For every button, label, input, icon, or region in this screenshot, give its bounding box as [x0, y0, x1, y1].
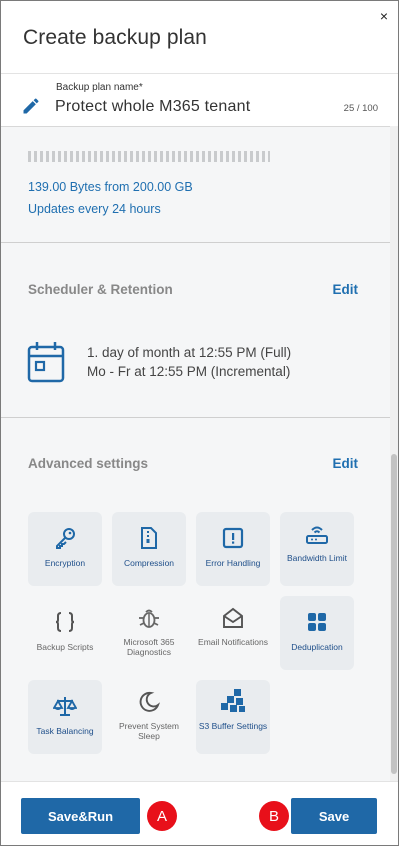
- scrollbar-thumb[interactable]: [391, 454, 397, 774]
- tile-email-notifications[interactable]: Email Notifications: [196, 596, 270, 670]
- advanced-settings-section: Advanced settings Edit Encryption Compre…: [1, 418, 390, 781]
- dialog-title: Create backup plan: [23, 26, 207, 49]
- tile-bandwidth-limit[interactable]: Bandwidth Limit: [280, 512, 354, 586]
- storage-usage-bar: [28, 151, 270, 162]
- scrollbar[interactable]: [390, 126, 398, 781]
- tile-label: Bandwidth Limit: [286, 553, 347, 563]
- save-button[interactable]: Save: [291, 798, 377, 834]
- tile-label: Microsoft 365 Diagnostics: [123, 637, 175, 657]
- advanced-settings-title: Advanced settings: [28, 456, 149, 471]
- key-icon: [56, 528, 75, 549]
- scroll-content: 139.00 Bytes from 200.00 GB Updates ever…: [1, 126, 398, 781]
- router-icon: [306, 526, 328, 544]
- tile-label: Email Notifications: [198, 637, 268, 647]
- tile-label: S3 Buffer Settings: [198, 721, 268, 731]
- tile-label: Compression: [123, 558, 175, 568]
- backup-plan-dialog: Create backup plan × Backup plan name* P…: [0, 0, 399, 846]
- tile-label: Error Handling: [205, 558, 261, 568]
- schedule-incremental-text: Mo - Fr at 12:55 PM (Incremental): [87, 364, 291, 379]
- close-icon[interactable]: ×: [380, 9, 388, 23]
- callout-badge-b: B: [259, 801, 289, 831]
- tile-s3-buffer-settings[interactable]: S3 Buffer Settings: [196, 680, 270, 754]
- tile-task-balancing[interactable]: Task Balancing: [28, 680, 102, 754]
- storage-usage-section: 139.00 Bytes from 200.00 GB Updates ever…: [1, 126, 390, 243]
- tile-encryption[interactable]: Encryption: [28, 512, 102, 586]
- scheduler-section: Scheduler & Retention Edit 1. day of mon…: [1, 243, 390, 418]
- envelope-icon: [223, 607, 243, 628]
- tile-error-handling[interactable]: Error Handling: [196, 512, 270, 586]
- braces-icon: [55, 612, 75, 632]
- storage-usage-text: 139.00 Bytes from 200.00 GB: [28, 180, 193, 194]
- plan-name-label: Backup plan name*: [56, 82, 143, 93]
- pencil-icon: [23, 98, 39, 114]
- bug-icon: [139, 609, 159, 628]
- alert-icon: [222, 527, 244, 549]
- tile-compression[interactable]: Compression: [112, 512, 186, 586]
- schedule-full-text: 1. day of month at 12:55 PM (Full): [87, 345, 292, 360]
- advanced-settings-edit-link[interactable]: Edit: [333, 456, 359, 471]
- calendar-icon: [27, 342, 65, 383]
- tile-backup-scripts[interactable]: Backup Scripts: [28, 596, 102, 670]
- plan-name-field[interactable]: Backup plan name* Protect whole M365 ten…: [1, 73, 398, 127]
- tile-label: Prevent System Sleep: [119, 721, 179, 741]
- tile-label: Deduplication: [291, 642, 343, 652]
- tile-deduplication[interactable]: Deduplication: [280, 596, 354, 670]
- cubes-icon: [221, 689, 245, 712]
- dialog-header: Create backup plan ×: [1, 1, 398, 73]
- tile-label: Encryption: [44, 558, 86, 568]
- tile-label: Backup Scripts: [36, 642, 94, 652]
- scheduler-title: Scheduler & Retention: [28, 282, 173, 297]
- scheduler-edit-link[interactable]: Edit: [333, 282, 359, 297]
- dialog-footer: Save&Run A B Save: [1, 781, 398, 845]
- grid-icon: [308, 613, 326, 631]
- save-and-run-button[interactable]: Save&Run: [21, 798, 140, 834]
- tile-prevent-sleep[interactable]: Prevent System Sleep: [112, 680, 186, 754]
- scales-icon: [53, 697, 77, 716]
- zip-file-icon: [141, 527, 157, 549]
- tile-label: Task Balancing: [36, 726, 94, 736]
- moon-icon: [139, 691, 161, 712]
- storage-update-text: Updates every 24 hours: [28, 202, 161, 216]
- char-counter: 25 / 100: [343, 103, 378, 114]
- callout-badge-a: A: [147, 801, 177, 831]
- plan-name-input[interactable]: Protect whole M365 tenant: [55, 98, 250, 116]
- tile-m365-diagnostics[interactable]: Microsoft 365 Diagnostics: [112, 596, 186, 670]
